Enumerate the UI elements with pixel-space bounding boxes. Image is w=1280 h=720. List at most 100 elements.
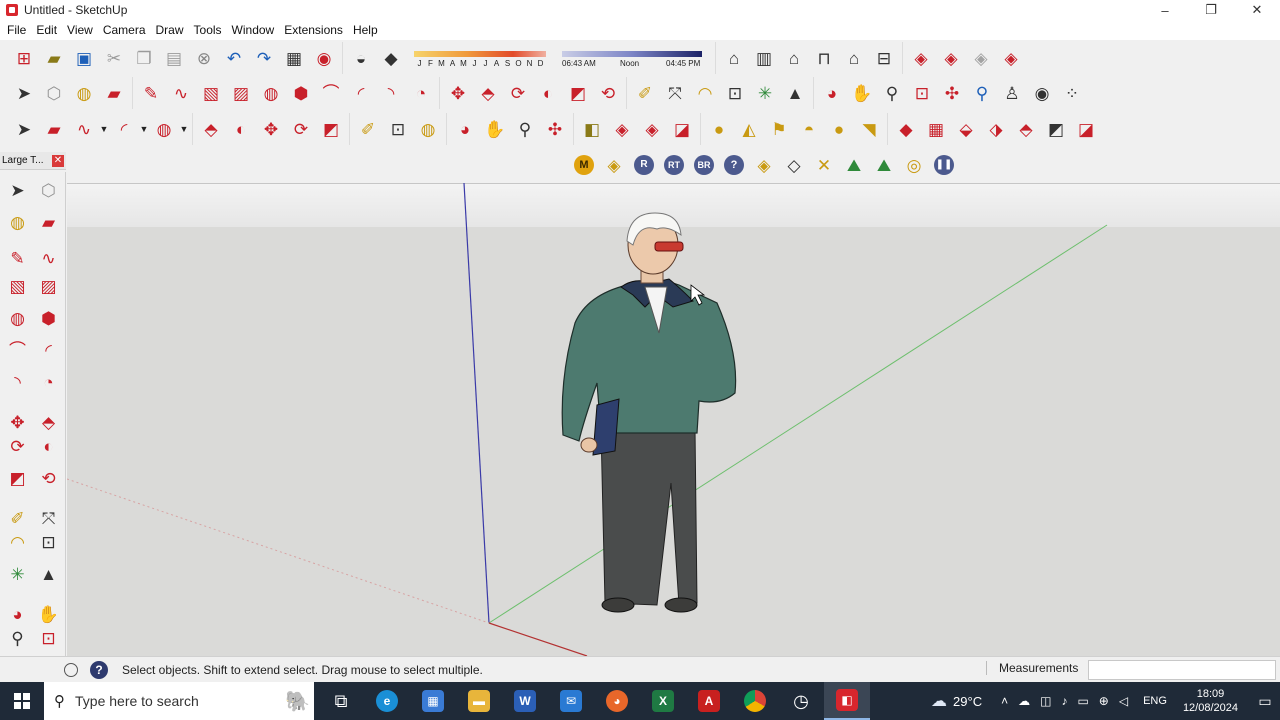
excel-icon[interactable]: X [640,682,686,720]
xray-style-icon[interactable]: ◆ [891,114,921,144]
menu-camera[interactable]: Camera [98,23,151,37]
pencil-line-icon[interactable]: ✎ [136,78,166,108]
store-icon[interactable]: ⊟ [869,43,899,73]
plugin-r-button[interactable]: R [629,150,659,180]
two-point-arc-icon[interactable]: ◜ [33,334,64,366]
pie-icon[interactable]: ◔ [406,78,436,108]
instructor-help-button[interactable]: ? [90,660,108,679]
geo-location-icon[interactable] [64,662,78,677]
freehand-icon[interactable]: ∿ [166,78,196,108]
zoom-icon[interactable]: ⚲ [510,114,540,144]
eraser-icon[interactable]: ▰ [99,78,129,108]
shadow-toggle-icon[interactable]: ◒ [346,43,376,73]
rotate-icon[interactable]: ⟳ [2,430,33,462]
warehouse-icon[interactable]: ◈ [607,114,637,144]
zoom-window-icon[interactable]: ⊡ [33,622,64,654]
orbit-icon[interactable]: ◕ [817,78,847,108]
text-label-icon[interactable]: ⊡ [33,526,64,558]
weather-widget[interactable]: ☁ 29°C [931,691,982,711]
rotated-rectangle-icon[interactable]: ▨ [33,270,64,302]
open-folder-icon[interactable]: ▰ [39,43,69,73]
wireframe-style-icon[interactable]: ▦ [921,114,951,144]
position-camera-icon[interactable]: ♙ [997,78,1027,108]
file-explorer-icon[interactable]: ▬ [456,682,502,720]
two-point-arc-icon[interactable]: ◜ [346,78,376,108]
minimize-button[interactable]: – [1142,0,1188,20]
follow-me-icon[interactable]: ◐ [226,114,256,144]
zoom-extents-icon[interactable]: ✣ [937,78,967,108]
menu-draw[interactable]: Draw [151,23,189,37]
chrome-icon[interactable] [732,682,778,720]
arc-dropdown-icon[interactable]: ▼ [139,124,149,134]
make-component-icon[interactable]: ⬡ [39,78,69,108]
arc-icon[interactable]: ⌒ [316,78,346,108]
half-sphere-icon[interactable]: ◓ [794,114,824,144]
save-icon[interactable]: ▣ [69,43,99,73]
sphere-icon[interactable]: ● [704,114,734,144]
extension-manager-icon[interactable]: ◪ [667,114,697,144]
acrobat-icon[interactable]: A [686,682,732,720]
mail-icon[interactable]: ✉ [548,682,594,720]
protractor-icon[interactable]: ◠ [2,526,33,558]
new-model-icon[interactable]: ⊞ [9,43,39,73]
look-around-icon[interactable]: ◉ [1027,78,1057,108]
hidden-line-style-icon[interactable]: ⬙ [951,114,981,144]
polygon-icon[interactable]: ⬢ [33,302,64,334]
target-icon[interactable]: ◎ [899,150,929,180]
paint-bucket-icon[interactable]: ◍ [2,206,33,238]
chevron-up-icon[interactable]: ˄ [1001,694,1008,708]
speaker-volume-icon[interactable]: ◁ [1119,694,1128,708]
protractor-icon[interactable]: ◠ [690,78,720,108]
components-icon[interactable]: ◈ [637,114,667,144]
print-icon[interactable]: ▦ [279,43,309,73]
battery-icon[interactable]: ▭ [1077,694,1088,708]
notification-center-icon[interactable]: ▭ [1250,693,1280,710]
scale-icon[interactable]: ◩ [2,462,33,494]
zoom-icon[interactable]: ⚲ [2,622,33,654]
section-plane-icon[interactable]: ◧ [577,114,607,144]
firefox-icon[interactable]: ◕ [594,682,640,720]
freehand-icon[interactable]: ∿ [69,114,99,144]
select-arrow-icon[interactable]: ➤ [9,114,39,144]
rotate-icon[interactable]: ⟳ [503,78,533,108]
offset-icon[interactable]: ⟲ [593,78,623,108]
text-label-icon[interactable]: ⊡ [383,114,413,144]
dimension-icon[interactable]: ⤧ [660,78,690,108]
eraser-icon[interactable]: ▰ [39,114,69,144]
make-component-icon[interactable]: ⬡ [33,174,64,206]
scale-icon[interactable]: ◩ [563,78,593,108]
polygon-icon[interactable]: ⬢ [286,78,316,108]
zoom-window-icon[interactable]: ⊡ [907,78,937,108]
text-label-icon[interactable]: ⊡ [720,78,750,108]
shadow-time-slider[interactable]: 06:43 AM Noon 04:45 PM [562,42,704,74]
ball-icon[interactable]: ● [824,114,854,144]
globe-network-icon[interactable]: ⊕ [1099,694,1109,708]
circle-icon[interactable]: ◍ [256,78,286,108]
house-outline-icon[interactable]: ⌂ [839,43,869,73]
menu-window[interactable]: Window [227,23,280,37]
arc-icon[interactable]: ⌒ [2,334,33,366]
move-icon[interactable]: ✥ [443,78,473,108]
eraser-icon[interactable]: ▰ [33,206,64,238]
word-icon[interactable]: W [502,682,548,720]
tape-measure-icon[interactable]: ✐ [353,114,383,144]
microphone-icon[interactable]: ♪ [1061,694,1067,708]
flag-icon[interactable]: ⚑ [764,114,794,144]
task-view-icon[interactable]: ⧉ [318,682,364,720]
start-button[interactable] [0,682,44,720]
shaded-style-icon[interactable]: ⬗ [981,114,1011,144]
circle-icon[interactable]: ◍ [149,114,179,144]
tape-measure-icon[interactable]: ✐ [630,78,660,108]
menu-view[interactable]: View [62,23,98,37]
select-arrow-icon[interactable]: ➤ [9,78,39,108]
input-language[interactable]: ENG [1143,695,1167,707]
scale-figure[interactable] [561,212,737,613]
circle-icon[interactable]: ◍ [2,302,33,334]
zoom-extents-icon[interactable]: ✣ [540,114,570,144]
circle-dropdown-icon[interactable]: ▼ [179,124,189,134]
move-icon[interactable]: ✥ [256,114,286,144]
rotated-rectangle-icon[interactable]: ▨ [226,78,256,108]
menu-help[interactable]: Help [348,23,383,37]
back-edges-style-icon[interactable]: ◪ [1071,114,1101,144]
follow-me-icon[interactable]: ◐ [33,430,64,462]
